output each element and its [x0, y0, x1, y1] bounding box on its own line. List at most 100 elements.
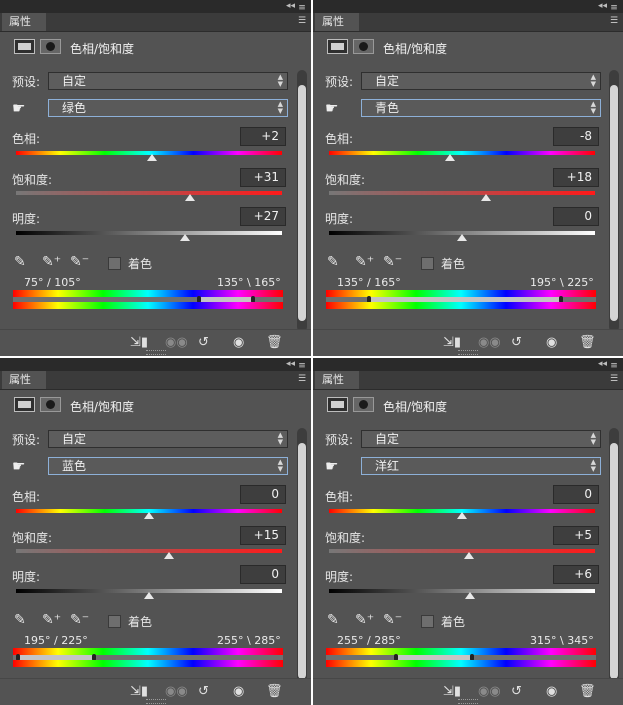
scrollbar-thumb[interactable] [298, 443, 306, 679]
view-previous-state-icon[interactable]: ◉◉ [478, 335, 501, 350]
double-arrow-icon[interactable]: ◂◂ [286, 359, 295, 369]
reset-icon[interactable]: ↺ [511, 335, 522, 350]
reset-icon[interactable]: ↺ [198, 684, 209, 699]
saturation-slider-track[interactable] [16, 191, 282, 195]
targeted-adjustment-hand-icon[interactable]: ☛ [325, 99, 338, 117]
resize-grip[interactable] [458, 350, 478, 355]
tab-properties[interactable]: 属性 [315, 371, 359, 389]
hue-value-field[interactable]: -8 [553, 127, 599, 146]
saturation-slider-track[interactable] [329, 549, 595, 553]
adjustment-layer-icon[interactable] [327, 39, 348, 54]
clip-to-layer-icon[interactable]: ⇲▮ [130, 335, 148, 350]
scrollbar-thumb[interactable] [610, 443, 618, 679]
resize-grip[interactable] [458, 699, 478, 704]
trash-icon[interactable]: 🗑 [266, 684, 283, 699]
lightness-value-field[interactable]: +27 [240, 207, 286, 226]
clip-to-layer-icon[interactable]: ⇲▮ [443, 335, 461, 350]
subtract-from-sample-icon[interactable]: ✎⁻ [70, 254, 89, 270]
mask-icon[interactable] [40, 397, 61, 412]
channel-select[interactable]: 蓝色 ▲ ▼ [48, 457, 288, 475]
eyedropper-icon[interactable]: ✎ [327, 612, 339, 628]
adjustment-layer-icon[interactable] [327, 397, 348, 412]
channel-select[interactable]: 洋红 ▲ ▼ [361, 457, 601, 475]
saturation-slider-knob[interactable] [480, 194, 491, 201]
lightness-value-field[interactable]: +6 [553, 565, 599, 584]
panel-title-bar[interactable]: ≡ [313, 0, 623, 13]
lightness-slider-track[interactable] [329, 589, 595, 593]
saturation-slider-track[interactable] [16, 549, 282, 553]
lightness-value-field[interactable]: 0 [553, 207, 599, 226]
colorize-checkbox[interactable] [421, 257, 434, 270]
targeted-adjustment-hand-icon[interactable]: ☛ [12, 99, 25, 117]
mask-icon[interactable] [353, 397, 374, 412]
panel-scrollbar[interactable] [609, 70, 619, 332]
hue-value-field[interactable]: 0 [240, 485, 286, 504]
hue-slider-knob[interactable] [146, 154, 157, 161]
panel-scrollbar[interactable] [609, 428, 619, 690]
add-to-sample-icon[interactable]: ✎⁺ [355, 254, 374, 270]
eye-icon[interactable]: ◉ [233, 684, 244, 699]
tab-properties[interactable]: 属性 [2, 371, 46, 389]
tab-properties[interactable]: 属性 [315, 13, 359, 31]
hue-slider-track[interactable] [329, 151, 595, 155]
add-to-sample-icon[interactable]: ✎⁺ [42, 254, 61, 270]
lightness-slider-knob[interactable] [457, 234, 467, 241]
lightness-slider-knob[interactable] [179, 234, 190, 241]
view-previous-state-icon[interactable]: ◉◉ [165, 335, 188, 350]
eyedropper-icon[interactable]: ✎ [14, 612, 26, 628]
lightness-slider-knob[interactable] [144, 592, 154, 599]
saturation-slider-track[interactable] [329, 191, 595, 195]
reset-icon[interactable]: ↺ [511, 684, 522, 699]
panel-menu-icon[interactable]: ☰ [608, 15, 620, 27]
saturation-value-field[interactable]: +31 [240, 168, 286, 187]
resize-grip[interactable] [145, 350, 166, 355]
eye-icon[interactable]: ◉ [546, 335, 557, 350]
resize-grip[interactable] [145, 699, 166, 704]
panel-scrollbar[interactable] [297, 428, 307, 690]
saturation-slider-knob[interactable] [185, 194, 196, 201]
double-arrow-icon[interactable]: ◂◂ [286, 1, 295, 11]
add-to-sample-icon[interactable]: ✎⁺ [355, 612, 374, 628]
hue-value-field[interactable]: 0 [553, 485, 599, 504]
hue-value-field[interactable]: +2 [240, 127, 286, 146]
channel-select[interactable]: 绿色 ▲ ▼ [48, 99, 288, 117]
clip-to-layer-icon[interactable]: ⇲▮ [130, 684, 148, 699]
panel-scrollbar[interactable] [297, 70, 307, 332]
mask-icon[interactable] [40, 39, 61, 54]
hue-slider-knob[interactable] [457, 512, 467, 519]
subtract-from-sample-icon[interactable]: ✎⁻ [383, 254, 402, 270]
hue-slider-knob[interactable] [144, 512, 154, 519]
double-arrow-icon[interactable]: ◂◂ [598, 1, 607, 11]
channel-select[interactable]: 青色 ▲ ▼ [361, 99, 601, 117]
view-previous-state-icon[interactable]: ◉◉ [165, 684, 188, 699]
adjustment-layer-icon[interactable] [14, 397, 35, 412]
saturation-value-field[interactable]: +18 [553, 168, 599, 187]
lightness-slider-track[interactable] [16, 231, 282, 235]
add-to-sample-icon[interactable]: ✎⁺ [42, 612, 61, 628]
targeted-adjustment-hand-icon[interactable]: ☛ [325, 457, 338, 475]
tab-properties[interactable]: 属性 [2, 13, 46, 31]
preset-select[interactable]: 自定 ▲ ▼ [48, 72, 288, 90]
colorize-checkbox[interactable] [108, 257, 121, 270]
subtract-from-sample-icon[interactable]: ✎⁻ [70, 612, 89, 628]
clip-to-layer-icon[interactable]: ⇲▮ [443, 684, 461, 699]
view-previous-state-icon[interactable]: ◉◉ [478, 684, 501, 699]
panel-menu-icon[interactable]: ☰ [296, 15, 308, 27]
eye-icon[interactable]: ◉ [546, 684, 557, 699]
adjustment-layer-icon[interactable] [14, 39, 35, 54]
panel-title-bar[interactable]: ≡ [0, 0, 311, 13]
preset-select[interactable]: 自定 ▲ ▼ [361, 72, 601, 90]
colorize-checkbox[interactable] [108, 615, 121, 628]
eyedropper-icon[interactable]: ✎ [327, 254, 339, 270]
scrollbar-thumb[interactable] [298, 85, 306, 321]
lightness-slider-knob[interactable] [464, 592, 475, 599]
panel-menu-icon[interactable]: ☰ [608, 373, 620, 385]
targeted-adjustment-hand-icon[interactable]: ☛ [12, 457, 25, 475]
subtract-from-sample-icon[interactable]: ✎⁻ [383, 612, 402, 628]
lightness-value-field[interactable]: 0 [240, 565, 286, 584]
colorize-checkbox[interactable] [421, 615, 434, 628]
saturation-value-field[interactable]: +15 [240, 526, 286, 545]
trash-icon[interactable]: 🗑 [579, 684, 596, 699]
panel-title-bar[interactable]: ≡ [0, 358, 311, 371]
trash-icon[interactable]: 🗑 [266, 335, 283, 350]
